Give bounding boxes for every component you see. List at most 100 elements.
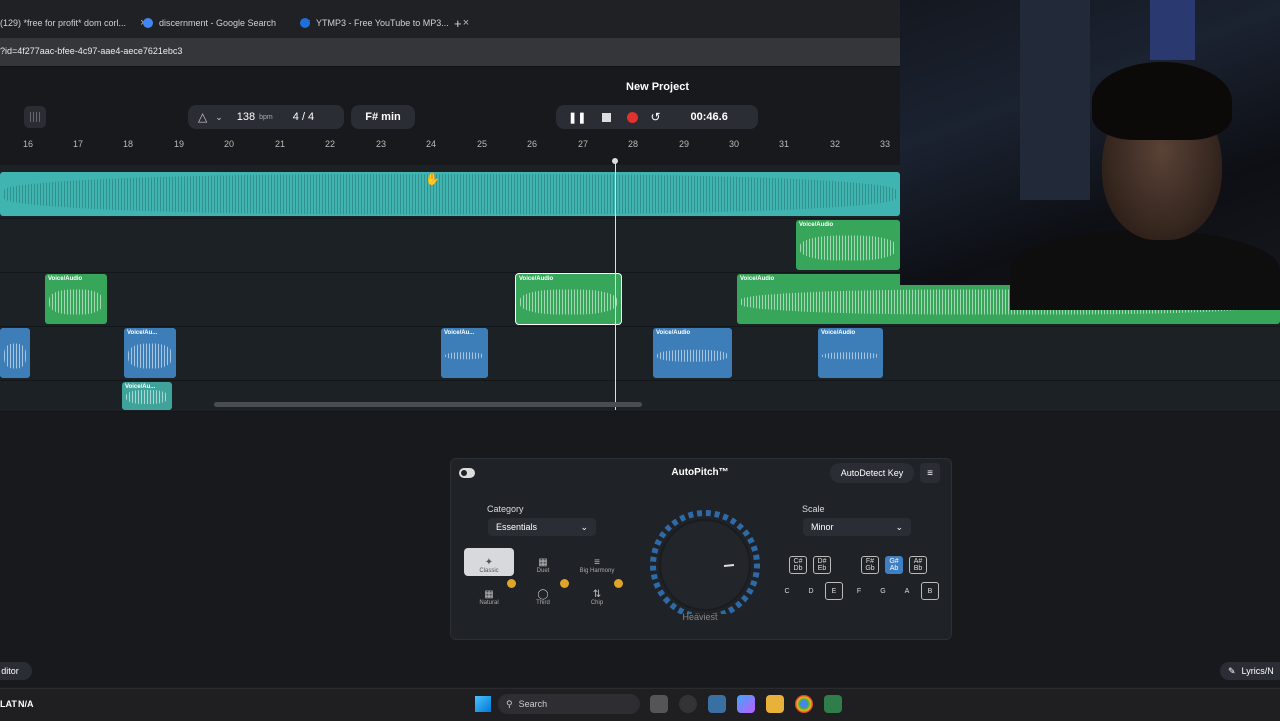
- browser-tab-2[interactable]: discernment - Google Search ×: [143, 8, 311, 38]
- pause-icon[interactable]: ❚❚: [568, 111, 586, 124]
- search-placeholder: Search: [518, 699, 548, 709]
- horizontal-scrollbar[interactable]: [214, 402, 642, 407]
- key-c-sharp[interactable]: C# Db: [789, 556, 807, 574]
- ruler-label: 26: [526, 139, 538, 149]
- chrome-icon[interactable]: [795, 695, 813, 713]
- vocal-clip[interactable]: Voice/Audio: [45, 274, 107, 324]
- mode-big-harmony[interactable]: ≡ Big Harmony: [572, 548, 622, 576]
- natural-icon: ▦: [484, 589, 494, 600]
- key-selector[interactable]: F# min: [351, 105, 415, 129]
- key-d-sharp[interactable]: D# Eb: [813, 556, 831, 574]
- vocal-clip-selected[interactable]: Voice/Audio: [515, 273, 622, 325]
- search-icon: ⚲: [506, 698, 513, 709]
- copilot-icon[interactable]: [737, 695, 755, 713]
- pencil-icon: ✎: [1228, 665, 1236, 676]
- vocal-clip[interactable]: Voice/Audio: [818, 328, 883, 378]
- ruler-label: 18: [122, 139, 134, 149]
- record-icon[interactable]: [627, 111, 639, 123]
- track-lane-5[interactable]: [0, 381, 1280, 412]
- category-dropdown[interactable]: Essentials ⌄: [488, 518, 596, 536]
- tab-title: discernment - Google Search: [159, 18, 277, 28]
- loop-icon[interactable]: ↺: [650, 110, 660, 124]
- pitch-knob[interactable]: [648, 508, 762, 614]
- chevron-down-icon[interactable]: ⌄: [215, 112, 223, 123]
- taskbar-search[interactable]: ⚲ Search: [498, 694, 640, 714]
- mode-label: Chip: [590, 600, 604, 606]
- key-b[interactable]: B: [921, 582, 939, 600]
- metronome-icon[interactable]: △: [198, 110, 207, 124]
- track-lane-4[interactable]: [0, 327, 1280, 381]
- ruler-label: 29: [678, 139, 690, 149]
- key-c[interactable]: C: [778, 582, 796, 600]
- mode-duet[interactable]: ▦ Duet: [518, 548, 568, 576]
- third-icon: ◯: [537, 589, 549, 600]
- lyrics-button[interactable]: ✎ Lyrics/N: [1220, 662, 1280, 680]
- time-signature[interactable]: 4 / 4: [293, 111, 314, 123]
- person-shoulders: [1010, 230, 1280, 310]
- google-icon: [143, 18, 153, 28]
- close-icon[interactable]: ×: [463, 17, 469, 29]
- timeline-ruler[interactable]: [0, 138, 900, 152]
- piano-icon: [30, 112, 40, 122]
- vocal-clip[interactable]: Voice/Au...: [124, 328, 176, 378]
- duet-icon: ▦: [538, 557, 548, 568]
- chevron-down-icon: ⌄: [580, 521, 588, 532]
- tempo-control[interactable]: △ ⌄ 138 bpm 4 / 4: [188, 105, 344, 129]
- harmony-icon: ≡: [594, 557, 600, 568]
- ruler-label: 30: [728, 139, 740, 149]
- key-a[interactable]: A: [898, 582, 916, 600]
- new-tab-button[interactable]: +: [454, 8, 462, 38]
- task-view-icon[interactable]: [650, 695, 668, 713]
- key-d[interactable]: D: [802, 582, 820, 600]
- browser-tab-3[interactable]: YTMP3 - Free YouTube to MP3... ×: [300, 8, 469, 38]
- file-explorer-icon[interactable]: [766, 695, 784, 713]
- beat-clip[interactable]: [0, 172, 900, 216]
- ytmp3-icon: [300, 18, 310, 28]
- bpm-value[interactable]: 138: [237, 111, 255, 123]
- vocal-clip[interactable]: Voice/Audio: [796, 220, 900, 270]
- browser-tab-1[interactable]: (129) *free for profit* dom corl... ×: [0, 8, 147, 38]
- piano-toggle-button[interactable]: [24, 106, 46, 128]
- app-icon[interactable]: [679, 695, 697, 713]
- stop-icon[interactable]: [602, 112, 612, 122]
- tab-title: YTMP3 - Free YouTube to MP3...: [316, 18, 449, 28]
- scale-value: Minor: [811, 522, 834, 532]
- settings-sliders-icon[interactable]: ≡: [920, 463, 940, 483]
- na-indicator[interactable]: N/A: [18, 699, 34, 709]
- editor-button[interactable]: ditor: [0, 662, 32, 680]
- url-text[interactable]: ?id=4f277aac-bfee-4c97-aae4-aece7621ebc3: [0, 46, 182, 56]
- key-e[interactable]: E: [825, 582, 843, 600]
- vocal-clip[interactable]: Voice/Au...: [441, 328, 488, 378]
- scale-dropdown[interactable]: Minor ⌄: [803, 518, 911, 536]
- app-icon[interactable]: [708, 695, 726, 713]
- knob-label: Heaviest: [682, 612, 718, 622]
- chevron-down-icon: ⌄: [895, 521, 903, 532]
- vocal-clip[interactable]: Voice/Au...: [122, 382, 172, 410]
- key-f[interactable]: F: [850, 582, 868, 600]
- autopitch-toggle[interactable]: [459, 468, 475, 478]
- autodetect-key-button[interactable]: AutoDetect Key: [830, 463, 914, 483]
- premium-coin-icon: [507, 579, 516, 588]
- language-indicator[interactable]: LAT: [0, 699, 17, 709]
- vocal-clip[interactable]: Voice/Audio: [653, 328, 732, 378]
- ruler-label: 16: [22, 139, 34, 149]
- category-label: Category: [487, 504, 524, 514]
- windows-taskbar: [0, 688, 1280, 721]
- app-icon[interactable]: [824, 695, 842, 713]
- knob-body: [659, 519, 751, 611]
- key-f-sharp[interactable]: F# Gb: [861, 556, 879, 574]
- autopitch-title: AutoPitch™: [671, 467, 729, 478]
- ruler-label: 33: [879, 139, 891, 149]
- playhead-handle[interactable]: [612, 158, 618, 164]
- mode-classic[interactable]: ✦ Classic: [464, 548, 514, 576]
- key-a-sharp[interactable]: A# Bb: [909, 556, 927, 574]
- project-title[interactable]: New Project: [600, 81, 715, 93]
- window-background: [1150, 0, 1195, 60]
- key-g-sharp[interactable]: G# Ab: [885, 556, 903, 574]
- premium-coin-icon: [614, 579, 623, 588]
- playhead[interactable]: [615, 160, 616, 410]
- key-g[interactable]: G: [874, 582, 892, 600]
- vocal-clip[interactable]: [0, 328, 30, 378]
- windows-start-icon[interactable]: [475, 696, 491, 712]
- knob-indicator: [723, 564, 735, 567]
